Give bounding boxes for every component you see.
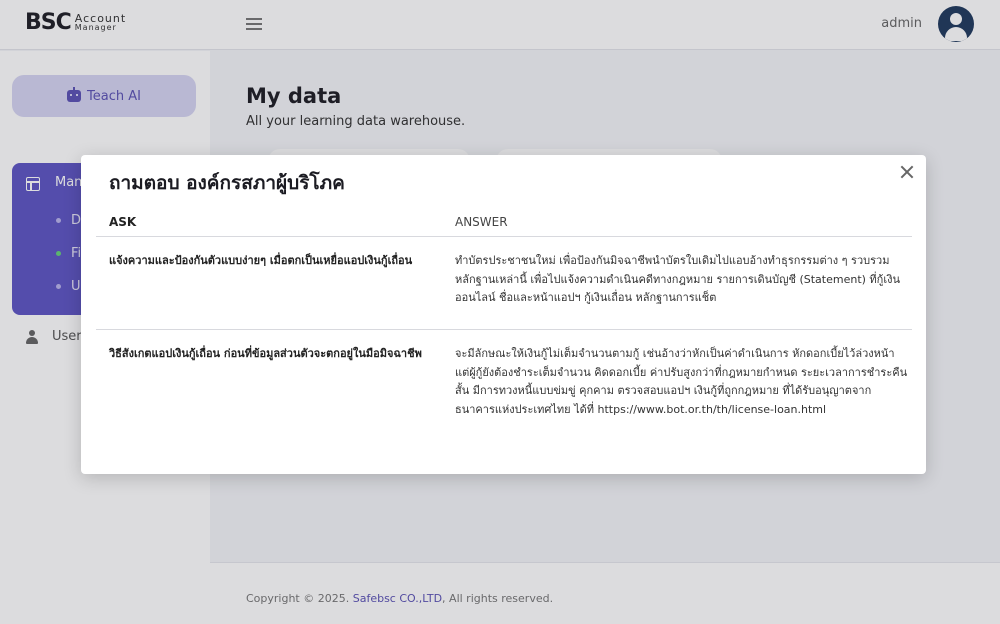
ask-cell: วิธีสังเกตแอปเงินกู้เถื่อน ก่อนที่ข้อมูล… (109, 347, 422, 360)
qa-modal: ถามตอบ องค์กรสภาผู้บริโภค ASK ANSWER แจ้… (81, 155, 926, 474)
answer-cell: ทำบัตรประชาชนใหม่ เพื่อป้องกันมิจฉาชีพนำ… (455, 254, 900, 304)
ask-cell: แจ้งความและป้องกันตัวแบบง่ายๆ เมื่อตกเป็… (109, 254, 413, 267)
qa-table: ASK ANSWER แจ้งความและป้องกันตัวแบบง่ายๆ… (96, 207, 912, 440)
column-header-answer: ANSWER (455, 214, 508, 229)
close-icon[interactable] (899, 164, 915, 180)
column-header-ask: ASK (109, 214, 137, 229)
table-row: วิธีสังเกตแอปเงินกู้เถื่อน ก่อนที่ข้อมูล… (96, 330, 912, 440)
answer-cell: จะมีลักษณะให้เงินกู้ไม่เต็มจำนวนตามกู้ เ… (455, 347, 908, 416)
table-header: ASK ANSWER (96, 207, 912, 237)
table-row: แจ้งความและป้องกันตัวแบบง่ายๆ เมื่อตกเป็… (96, 237, 912, 330)
modal-title: ถามตอบ องค์กรสภาผู้บริโภค (109, 172, 345, 194)
